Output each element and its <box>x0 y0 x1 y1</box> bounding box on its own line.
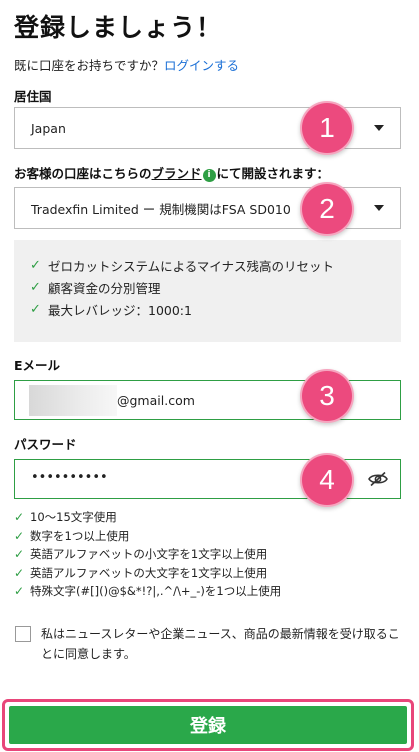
consent-checkbox[interactable] <box>15 626 31 642</box>
feature-item: ✓ 最大レバレッジ：1000:1 <box>30 301 192 318</box>
check-icon: ✓ <box>30 257 41 273</box>
check-icon: ✓ <box>14 510 25 525</box>
step-marker-1: 1 <box>300 101 354 155</box>
check-icon: ✓ <box>14 547 25 562</box>
chevron-down-icon <box>374 205 384 211</box>
password-label: パスワード <box>14 437 77 452</box>
password-value: •••••••••• <box>31 470 108 485</box>
step-marker-2: 2 <box>300 182 354 236</box>
check-icon: ✓ <box>14 565 25 580</box>
check-icon: ✓ <box>30 279 41 295</box>
info-icon[interactable]: i <box>202 169 216 182</box>
chevron-down-icon <box>374 125 384 131</box>
feature-item: ✓ 顧客資金の分別管理 <box>30 279 161 296</box>
residence-label: 居住国 <box>14 89 52 104</box>
login-prompt-text: 既に口座をお持ちですか？ <box>14 58 165 73</box>
brand-link[interactable]: ブランド <box>152 166 202 181</box>
check-icon: ✓ <box>14 584 25 599</box>
email-value: @gmail.com <box>117 393 195 408</box>
check-icon: ✓ <box>30 301 41 317</box>
login-link[interactable]: ログインする <box>164 58 239 73</box>
brand-label-prefix: お客様の口座はこちらの <box>14 166 152 181</box>
submit-highlight: 登録 <box>2 699 414 751</box>
email-label: Eメール <box>14 358 61 373</box>
rule-item: ✓ 数字を1つ以上使用 <box>14 528 130 543</box>
brand-label: お客様の口座はこちらのブランド i にて開設されます： <box>14 163 329 182</box>
feature-item: ✓ ゼロカットシステムによるマイナス残高のリセット <box>30 257 335 274</box>
email-redacted-part <box>29 385 117 416</box>
rule-item: ✓ 英語アルファベットの小文字を1文字以上使用 <box>14 547 268 562</box>
consent-text: 私はニュースレターや企業ニュース、商品の最新情報を受け取ることに同意します。 <box>41 627 400 661</box>
step-marker-3: 3 <box>300 369 354 423</box>
check-icon: ✓ <box>14 528 25 543</box>
step-marker-4: 4 <box>300 453 354 507</box>
brand-label-suffix: にて開設されます： <box>216 166 330 181</box>
page-title: 登録しましょう！ <box>14 13 223 42</box>
brand-value: Tradexfin Limited ー 規制機関はFSA SD010 <box>31 201 291 217</box>
rule-item: ✓ 10〜15文字使用 <box>14 510 117 525</box>
rule-item: ✓ 特殊文字(#[]()@$&*!?|,.^/\+_-)を1つ以上使用 <box>14 584 282 599</box>
eye-off-icon[interactable] <box>368 471 388 487</box>
password-rules: ✓ 10〜15文字使用 ✓ 数字を1つ以上使用 ✓ 英語アルファベットの小文字を1文字… <box>14 508 281 601</box>
login-prompt: 既に口座をお持ちですか？ログインする <box>14 55 239 74</box>
submit-button[interactable]: 登録 <box>9 706 407 744</box>
features-box: ✓ ゼロカットシステムによるマイナス残高のリセット ✓ 顧客資金の分別管理 ✓ 最大レ… <box>14 240 401 342</box>
residence-value: Japan <box>31 120 66 136</box>
rule-item: ✓ 英語アルファベットの大文字を1文字以上使用 <box>14 565 268 580</box>
